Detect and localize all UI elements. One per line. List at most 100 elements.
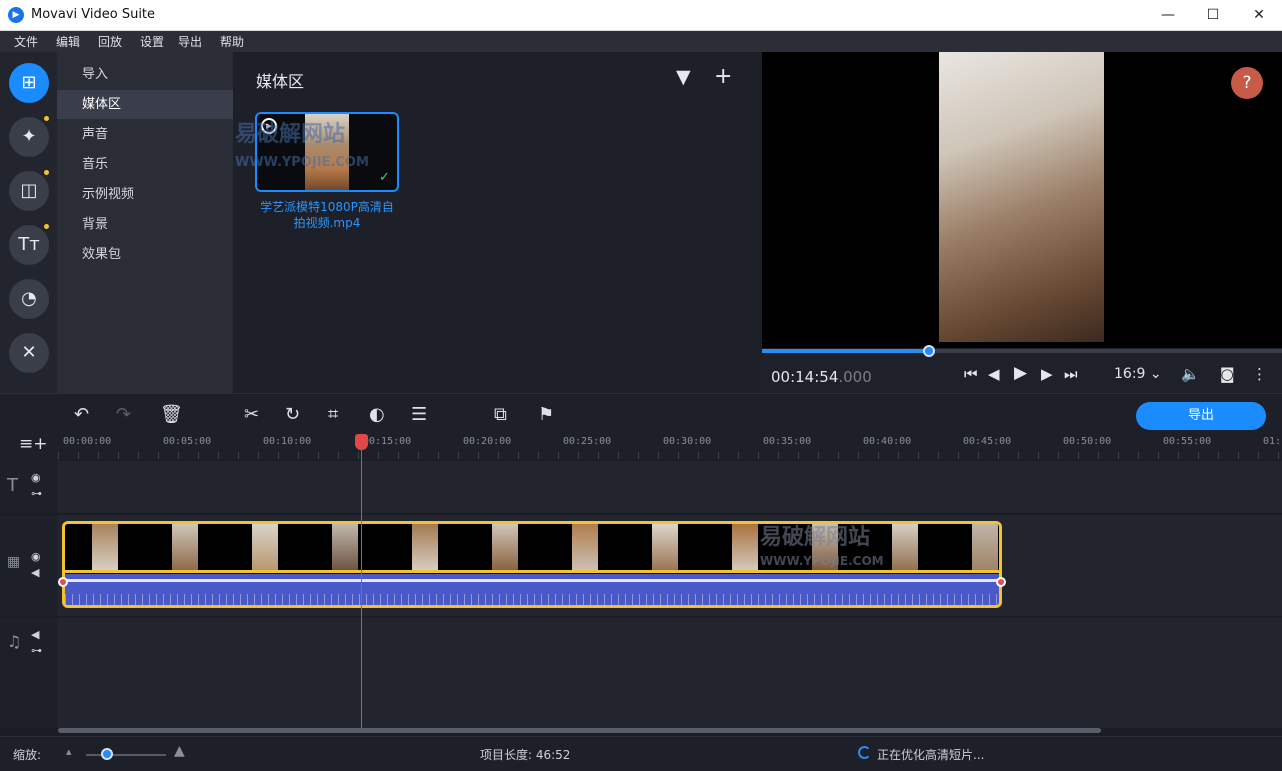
pip-icon[interactable]: ⧉ bbox=[494, 404, 507, 425]
clip-frame bbox=[172, 524, 198, 570]
media-bin-title: 媒体区 bbox=[256, 72, 305, 91]
ruler-ticks bbox=[58, 452, 1282, 459]
zoom-out-icon[interactable]: ▴ bbox=[66, 745, 72, 758]
menu-edit[interactable]: 编辑 bbox=[56, 33, 80, 50]
minimize-button[interactable]: — bbox=[1145, 0, 1191, 31]
clip-frame bbox=[732, 524, 758, 570]
text-track-icon: T bbox=[7, 475, 18, 496]
eye-icon[interactable]: ◉ bbox=[31, 550, 41, 563]
chevron-down-icon: ⌄ bbox=[1149, 366, 1162, 382]
ruler-tick-label: 00:35:00 bbox=[763, 436, 812, 447]
zoom-in-icon[interactable]: ▲ bbox=[174, 743, 185, 759]
nav-item-sounds[interactable]: 声音 bbox=[57, 120, 233, 149]
nav-item-effect-packs[interactable]: 效果包 bbox=[57, 240, 233, 269]
stickers-icon[interactable]: ◔ bbox=[9, 279, 49, 319]
timecode-milliseconds: .000 bbox=[838, 368, 872, 386]
clip-properties-icon[interactable]: ☰ bbox=[411, 404, 427, 425]
transitions-icon[interactable]: ◫ bbox=[9, 171, 49, 211]
nav-item-import[interactable]: 导入 bbox=[57, 60, 233, 89]
menu-file[interactable]: 文件 bbox=[14, 33, 38, 50]
preview-player: ? 00:14:54.000 ⏮ ◀ ▶ ▶ ⏭ 16:9 ⌄ 🔈 ◙ ⋮ bbox=[762, 52, 1282, 393]
clip-caption-line: 学艺派模特1080P高清自 bbox=[260, 200, 394, 214]
playhead-line[interactable] bbox=[361, 446, 362, 728]
clip-frame bbox=[492, 524, 518, 570]
undo-icon[interactable]: ↶ bbox=[74, 404, 89, 425]
timeline-horizontal-scrollbar[interactable] bbox=[58, 728, 1101, 733]
nav-item-backgrounds[interactable]: 背景 bbox=[57, 210, 233, 239]
add-track-icon[interactable]: ≡+ bbox=[19, 434, 48, 454]
fade-out-handle[interactable] bbox=[996, 577, 1006, 587]
ruler-tick-label: 00:50:00 bbox=[1063, 436, 1112, 447]
menu-settings[interactable]: 设置 bbox=[140, 33, 164, 50]
title-track-header: T ◉ ⊶ bbox=[0, 461, 57, 513]
new-indicator-dot bbox=[44, 116, 49, 121]
timecode-main: 00:14:54 bbox=[771, 368, 839, 386]
clip-frame bbox=[412, 524, 438, 570]
nav-item-sample-videos[interactable]: 示例视频 bbox=[57, 180, 233, 209]
delete-icon[interactable]: 🗑 bbox=[160, 404, 183, 425]
optimizing-status: 正在优化高清短片... bbox=[877, 748, 985, 762]
more-tools-icon[interactable]: ✕ bbox=[9, 333, 49, 373]
close-button[interactable]: ✕ bbox=[1236, 0, 1282, 31]
speaker-icon[interactable]: ◀ bbox=[31, 628, 39, 641]
clip-caption-line: 拍视频.mp4 bbox=[293, 216, 361, 230]
nav-item-music[interactable]: 音乐 bbox=[57, 150, 233, 179]
loading-spinner-icon bbox=[858, 746, 871, 759]
nav-item-media-bin[interactable]: 媒体区 bbox=[57, 90, 233, 119]
zoom-label: 缩放: bbox=[13, 748, 42, 762]
aspect-ratio-select[interactable]: 16:9 ⌄ bbox=[1114, 366, 1162, 382]
export-button[interactable]: 导出 bbox=[1136, 402, 1266, 430]
clip-frame bbox=[892, 524, 918, 570]
ruler-tick-label: 00:30:00 bbox=[663, 436, 712, 447]
snapshot-icon[interactable]: ◙ bbox=[1220, 365, 1235, 383]
redo-icon[interactable]: ↷ bbox=[116, 404, 131, 425]
more-options-icon[interactable]: ⋮ bbox=[1252, 365, 1267, 383]
video-track-header: ▦ ◉ ◀ bbox=[0, 515, 57, 616]
speaker-icon[interactable]: ◀ bbox=[31, 566, 39, 579]
music-track[interactable] bbox=[0, 618, 1282, 728]
link-icon[interactable]: ⊶ bbox=[31, 487, 42, 500]
volume-icon[interactable]: 🔈 bbox=[1181, 365, 1200, 383]
eye-icon[interactable]: ◉ bbox=[31, 471, 41, 484]
add-icon[interactable]: + bbox=[714, 64, 732, 89]
link-icon[interactable]: ⊶ bbox=[31, 644, 42, 657]
tool-rail: ⊞ ✦ ◫ Tт ◔ ✕ bbox=[0, 52, 57, 393]
waveform-bars bbox=[65, 594, 999, 605]
filter-icon[interactable]: ▼ bbox=[676, 66, 691, 88]
titles-icon[interactable]: Tт bbox=[9, 225, 49, 265]
timecode: 00:14:54.000 bbox=[771, 368, 872, 386]
ruler-tick-label: 00:00:00 bbox=[63, 436, 112, 447]
menu-help[interactable]: 帮助 bbox=[220, 33, 244, 50]
timeline-ruler[interactable]: ≡+ 00:00:00 00:05:00 00:10:00 00:15:00 0… bbox=[0, 433, 1282, 460]
playhead-handle[interactable] bbox=[355, 434, 368, 450]
previous-frame-icon[interactable]: ◀ bbox=[988, 365, 1000, 383]
next-frame-icon[interactable]: ▶ bbox=[1041, 365, 1053, 383]
fade-in-handle[interactable] bbox=[58, 577, 68, 587]
ruler-tick-label: 00:55:00 bbox=[1163, 436, 1212, 447]
clip-frame bbox=[252, 524, 278, 570]
marker-flag-icon[interactable]: ⚑ bbox=[538, 404, 554, 425]
title-track[interactable] bbox=[0, 461, 1282, 513]
title-bar: ▶ Movavi Video Suite — ☐ ✕ bbox=[0, 0, 1282, 31]
play-button-icon[interactable]: ▶ bbox=[1014, 363, 1027, 383]
help-button[interactable]: ? bbox=[1231, 67, 1263, 99]
clip-frame bbox=[92, 524, 118, 570]
watermark-text: 易破解网站 bbox=[235, 122, 346, 147]
skip-to-start-icon[interactable]: ⏮ bbox=[964, 365, 978, 383]
cut-icon[interactable]: ✂ bbox=[244, 404, 259, 425]
magic-wand-icon[interactable]: ✦ bbox=[9, 117, 49, 157]
seek-progress bbox=[762, 349, 930, 353]
skip-to-end-icon[interactable]: ⏭ bbox=[1064, 365, 1078, 383]
rotate-icon[interactable]: ↻ bbox=[285, 404, 300, 425]
menu-playback[interactable]: 回放 bbox=[98, 33, 122, 50]
clip-separator bbox=[65, 570, 999, 573]
color-adjust-icon[interactable]: ◐ bbox=[369, 404, 385, 425]
zoom-slider[interactable] bbox=[86, 754, 166, 756]
menu-export[interactable]: 导出 bbox=[178, 33, 202, 50]
maximize-button[interactable]: ☐ bbox=[1190, 0, 1236, 31]
zoom-slider-handle[interactable] bbox=[101, 748, 113, 760]
media-clip-caption[interactable]: 学艺派模特1080P高清自 拍视频.mp4 bbox=[247, 199, 407, 231]
crop-icon[interactable]: ⌗ bbox=[328, 404, 338, 425]
volume-line[interactable] bbox=[65, 579, 999, 582]
import-tool-icon[interactable]: ⊞ bbox=[9, 63, 49, 103]
